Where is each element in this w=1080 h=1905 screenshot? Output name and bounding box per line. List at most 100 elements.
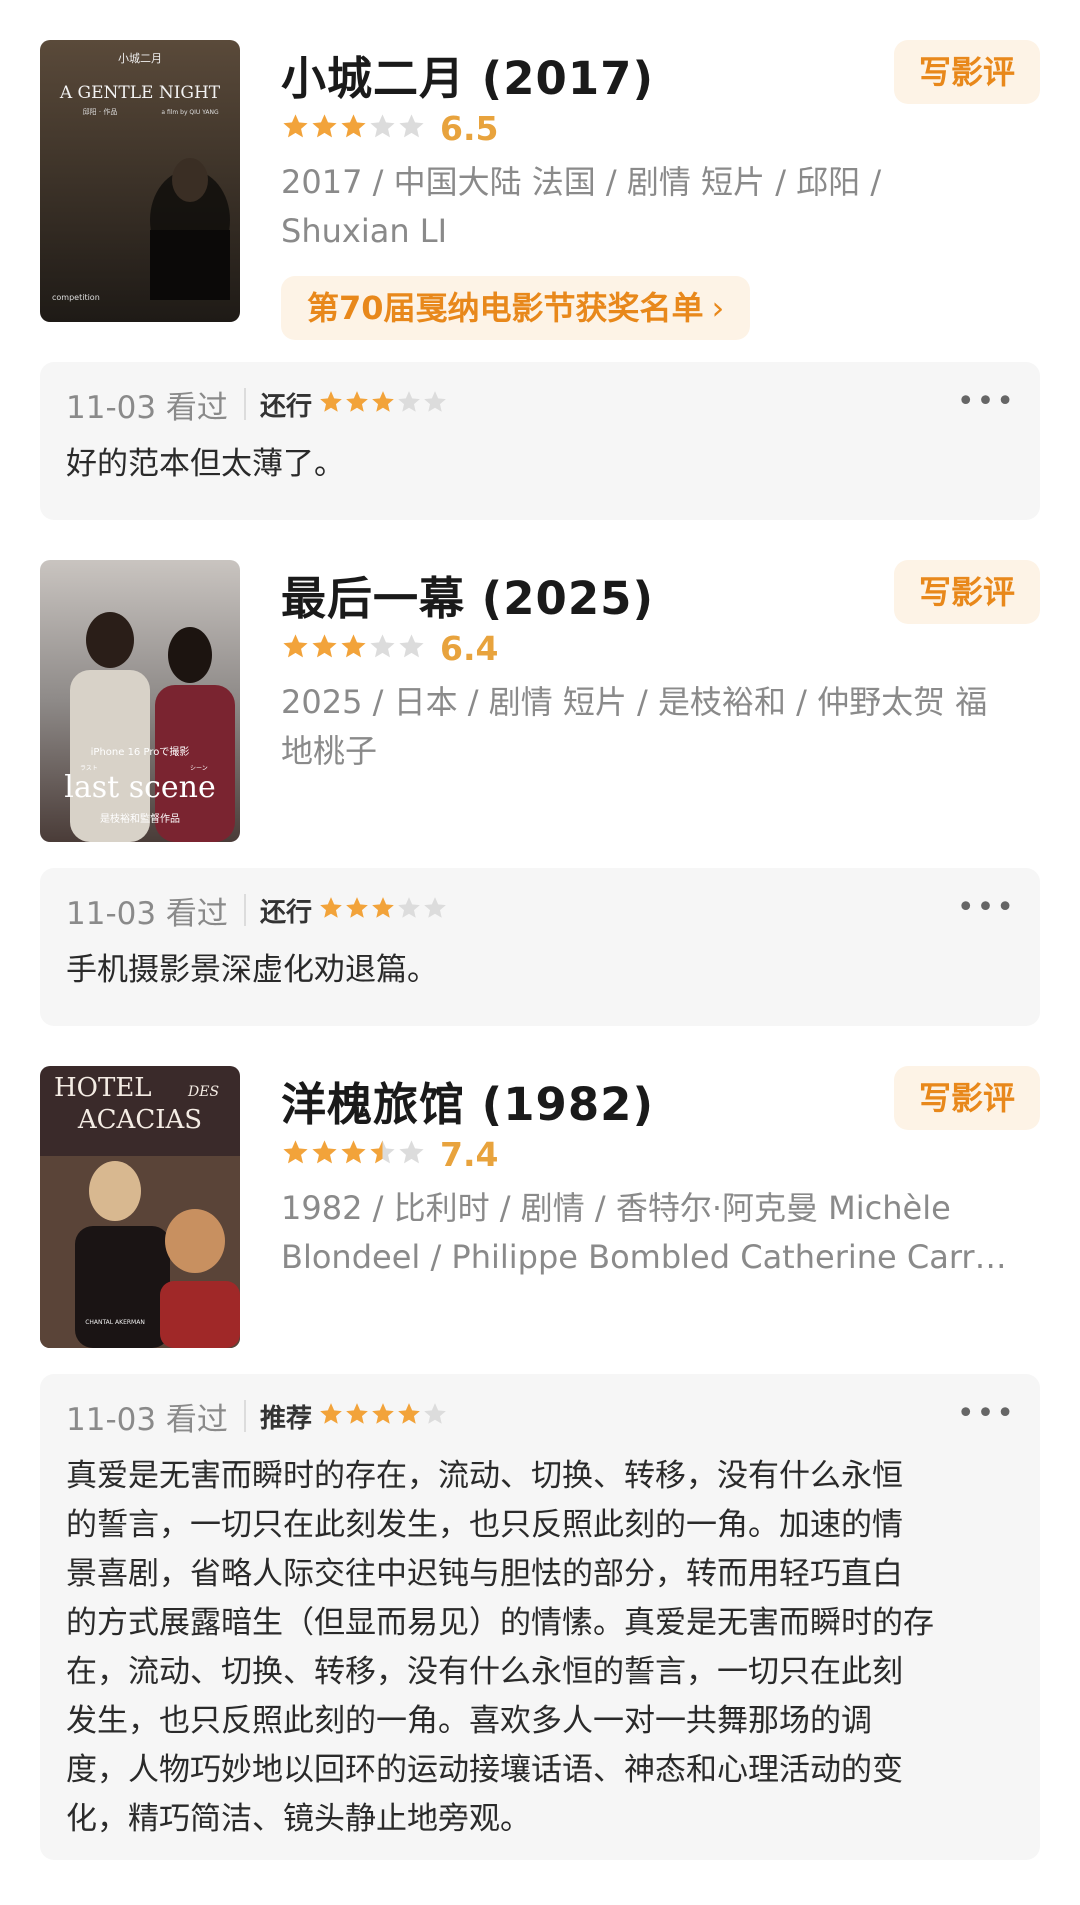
review-level: 推荐 <box>259 1403 312 1434</box>
star-icon <box>424 1403 446 1424</box>
movie-meta-line: 1982 / 比利时 / 剧情 / 香特尔·阿克曼 Michèle <box>281 1189 951 1227</box>
star-icon <box>312 113 337 137</box>
movie-stars <box>281 1138 426 1171</box>
movie-item[interactable]: HOTEL DES ACACIAS CHANTAL AKERMAN 洋槐旅馆 (… <box>40 1066 1040 1348</box>
more-options-icon[interactable]: ••• <box>957 1396 1016 1431</box>
review-stars <box>318 895 448 925</box>
review-card[interactable]: 11-03 看过 还行 ••• 手机摄影景深虚化劝退篇。 <box>40 868 1040 1026</box>
review-text-line: 发生，也只反照此刻的一角。喜欢多人一对一共舞那场的调 <box>66 1703 872 1739</box>
movie-stars <box>281 112 426 145</box>
write-review-button[interactable]: 写影评 <box>894 1066 1040 1130</box>
review-text-line: 的誓言，一切只在此刻发生，也只反照此刻的一角。加速的情 <box>66 1507 903 1543</box>
star-icon <box>320 897 342 918</box>
movie-title[interactable]: 最后一幕 (2025) <box>281 562 654 627</box>
star-icon <box>398 897 420 918</box>
star-icon <box>372 897 394 918</box>
review-text: 好的范本但太薄了。 <box>66 446 345 482</box>
movie-rating: 6.4 <box>281 628 498 668</box>
review-text: 手机摄影景深虚化劝退篇。 <box>66 952 438 988</box>
review-stars <box>318 1401 448 1431</box>
star-icon <box>346 1403 368 1424</box>
review-header: 11-03 看过 还行 <box>66 382 448 426</box>
movie-meta-line: 2025 / 日本 / 剧情 短片 / 是枝裕和 / 仲野太贺 福 <box>281 683 988 721</box>
divider <box>243 894 246 926</box>
movie-item[interactable]: iPhone 16 Proで撮影 ラスト シーン last scene 是枝裕和… <box>40 560 1040 842</box>
review-card[interactable]: 11-03 看过 还行 ••• 好的范本但太薄了。 <box>40 362 1040 520</box>
more-options-icon[interactable]: ••• <box>957 890 1016 925</box>
award-link[interactable]: 第70届戛纳电影节获奖名单 › <box>281 276 751 340</box>
movie-title[interactable]: 洋槐旅馆 (1982) <box>281 1068 654 1133</box>
star-icon <box>346 391 368 412</box>
svg-text:A GENTLE NIGHT: A GENTLE NIGHT <box>59 83 221 103</box>
write-review-button[interactable]: 写影评 <box>894 40 1040 104</box>
star-icon <box>312 633 337 657</box>
movie-item[interactable]: 小城二月 A GENTLE NIGHT 邱阳 · 作品 a film by QI… <box>40 40 1040 340</box>
svg-text:HOTEL: HOTEL <box>54 1073 152 1103</box>
svg-text:小城二月: 小城二月 <box>118 52 162 65</box>
star-icon <box>399 633 424 657</box>
movie-score: 6.5 <box>440 108 499 148</box>
star-icon <box>424 897 446 918</box>
star-icon <box>320 391 342 412</box>
review-text: 真爱是无害而瞬时的存在，流动、切换、转移，没有什么永恒 的誓言，一切只在此刻发生… <box>66 1452 1012 1844</box>
svg-text:邱阳 · 作品: 邱阳 · 作品 <box>83 107 118 116</box>
star-icon <box>341 633 366 657</box>
star-icon <box>341 113 366 137</box>
star-icon <box>346 897 368 918</box>
review-header: 11-03 看过 推荐 <box>66 1394 448 1438</box>
movie-meta-line: 地桃子 <box>281 732 378 770</box>
more-options-icon[interactable]: ••• <box>957 384 1016 419</box>
movie-meta-line: 2017 / 中国大陆 法国 / 剧情 短片 / 邱阳 / <box>281 163 882 201</box>
movie-meta: 2025 / 日本 / 剧情 短片 / 是枝裕和 / 仲野太贺 福 地桃子 <box>281 678 1041 776</box>
star-icon <box>398 391 420 412</box>
star-icon <box>372 1403 394 1424</box>
poster-image: 小城二月 A GENTLE NIGHT 邱阳 · 作品 a film by QI… <box>40 40 240 322</box>
star-icon <box>283 633 308 657</box>
review-date: 11-03 看过 <box>66 389 228 426</box>
movie-score: 6.4 <box>440 628 499 668</box>
movie-rating: 6.5 <box>281 108 498 148</box>
star-icon <box>370 633 395 657</box>
movie-title[interactable]: 小城二月 (2017) <box>281 42 654 107</box>
svg-text:a film by QIU YANG: a film by QIU YANG <box>161 109 219 116</box>
award-label: 第70届戛纳电影节获奖名单 <box>307 289 704 327</box>
poster-image: iPhone 16 Proで撮影 ラスト シーン last scene 是枝裕和… <box>40 560 240 842</box>
movie-poster[interactable]: 小城二月 A GENTLE NIGHT 邱阳 · 作品 a film by QI… <box>40 40 240 322</box>
star-icon <box>370 113 395 137</box>
movie-score: 7.4 <box>440 1134 499 1174</box>
review-text-line: 景喜剧，省略人际交往中迟钝与胆怯的部分，转而用轻巧直白 <box>66 1556 903 1592</box>
star-icon <box>372 391 394 412</box>
svg-text:是枝裕和監督作品: 是枝裕和監督作品 <box>100 812 180 825</box>
review-date: 11-03 看过 <box>66 895 228 932</box>
svg-text:competition: competition <box>52 293 100 302</box>
star-icon <box>283 1139 308 1163</box>
review-card[interactable]: 11-03 看过 推荐 ••• 真爱是无害而瞬时的存在，流动、切换、转移，没有什… <box>40 1374 1040 1860</box>
divider <box>243 388 246 420</box>
star-icon <box>399 1139 424 1163</box>
movie-rating: 7.4 <box>281 1134 498 1174</box>
star-icon <box>312 1139 337 1163</box>
svg-text:CHANTAL AKERMAN: CHANTAL AKERMAN <box>85 1319 145 1326</box>
chevron-right-icon: › <box>711 289 725 327</box>
movie-poster[interactable]: iPhone 16 Proで撮影 ラスト シーン last scene 是枝裕和… <box>40 560 240 842</box>
svg-text:last scene: last scene <box>64 770 216 805</box>
review-text-line: 的方式展露暗生（但显而易见）的情愫。真爱是无害而瞬时的存 <box>66 1605 934 1641</box>
star-icon <box>424 391 446 412</box>
review-text-line: 化，精巧简洁、镜头静止地旁观。 <box>66 1801 531 1837</box>
review-text-line: 在，流动、切换、转移，没有什么永恒的誓言，一切只在此刻 <box>66 1654 903 1690</box>
star-icon <box>370 1139 395 1163</box>
review-level: 还行 <box>259 897 312 928</box>
review-text-line: 度，人物巧妙地以回环的运动接壤话语、神态和心理活动的变 <box>66 1752 903 1788</box>
svg-text:ACACIAS: ACACIAS <box>77 1105 202 1135</box>
movie-meta: 1982 / 比利时 / 剧情 / 香特尔·阿克曼 Michèle Blonde… <box>281 1184 1041 1282</box>
movie-list: 小城二月 A GENTLE NIGHT 邱阳 · 作品 a film by QI… <box>0 0 1080 1905</box>
poster-image: HOTEL DES ACACIAS CHANTAL AKERMAN <box>40 1066 240 1348</box>
star-icon <box>398 1403 420 1424</box>
review-text-line: 真爱是无害而瞬时的存在，流动、切换、转移，没有什么永恒 <box>66 1458 903 1494</box>
movie-meta-line: Blondeel / Philippe Bombled Catherine Ca… <box>281 1238 1007 1276</box>
movie-meta-line: Shuxian LI <box>281 212 448 250</box>
write-review-button[interactable]: 写影评 <box>894 560 1040 624</box>
movie-poster[interactable]: HOTEL DES ACACIAS CHANTAL AKERMAN <box>40 1066 240 1348</box>
star-icon <box>399 113 424 137</box>
svg-text:iPhone 16 Proで撮影: iPhone 16 Proで撮影 <box>91 745 190 758</box>
